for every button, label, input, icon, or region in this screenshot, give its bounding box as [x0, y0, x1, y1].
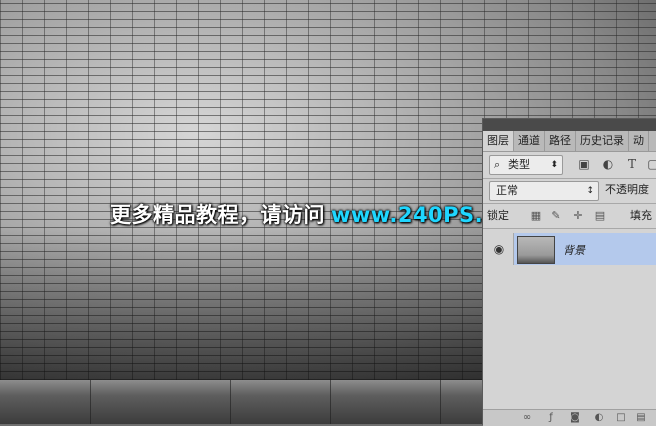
eye-icon[interactable]: ◉ — [491, 241, 507, 257]
new-group-icon[interactable]: □ — [615, 412, 627, 424]
lock-brush-icon[interactable]: ✎ — [549, 209, 563, 223]
shape-filter-icon[interactable]: ▢ — [646, 157, 656, 171]
layer-row[interactable]: ◉ 背景 — [483, 233, 656, 265]
lock-all-icon[interactable]: ▤ — [593, 209, 607, 223]
new-layer-icon[interactable]: ▤ — [635, 412, 647, 424]
divider — [483, 228, 656, 229]
panel-tabs: 图层 通道 路径 历史记录 动 — [483, 131, 656, 152]
layer-thumbnail — [517, 236, 555, 264]
blend-mode-value: 正常 — [496, 184, 518, 197]
tab-paths[interactable]: 路径 — [545, 131, 576, 151]
tab-history[interactable]: 历史记录 — [576, 131, 629, 151]
image-filter-icon[interactable]: ▣ — [577, 157, 591, 171]
layers-panel: 图层 通道 路径 历史记录 动 ⌕ 类型 ⬍ ▣ ◐ T ▢ 正常 ↕ 不透明度… — [482, 118, 656, 426]
floor-seam — [330, 380, 331, 424]
tab-layers[interactable]: 图层 — [483, 131, 514, 151]
lock-row: 锁定 ▦ ✎ ✛ ▤ 填充 — [483, 204, 656, 228]
blend-mode-select[interactable]: 正常 ↕ — [489, 181, 599, 201]
search-icon: ⌕ — [494, 158, 501, 171]
floor-seam — [90, 380, 91, 424]
panel-title-bar[interactable] — [483, 119, 656, 131]
watermark-text: 更多精品教程，请访问 — [110, 203, 325, 227]
filter-kind-label: 类型 — [508, 158, 530, 171]
tab-channels[interactable]: 通道 — [514, 131, 545, 151]
fx-icon[interactable]: ƒ — [545, 412, 557, 424]
lock-label: 锁定 — [487, 209, 509, 222]
layer-name[interactable]: 背景 — [563, 242, 585, 258]
lock-move-icon[interactable]: ✛ — [571, 209, 585, 223]
fill-label: 填充 — [630, 209, 652, 222]
adjustment-filter-icon[interactable]: ◐ — [601, 157, 615, 171]
adjustment-layer-icon[interactable]: ◐ — [593, 412, 605, 424]
link-layers-icon[interactable]: ∞ — [521, 412, 533, 424]
lock-transparent-icon[interactable]: ▦ — [529, 209, 543, 223]
mask-icon[interactable]: ◙ — [569, 412, 581, 424]
blend-row: 正常 ↕ 不透明度 — [483, 179, 656, 203]
filter-kind-select[interactable]: ⌕ 类型 ⬍ — [489, 155, 563, 175]
floor-seam — [230, 380, 231, 424]
chevron-updown-icon: ↕ — [586, 186, 594, 196]
type-filter-icon[interactable]: T — [625, 157, 639, 171]
tab-actions[interactable]: 动 — [629, 131, 649, 151]
floor-seam — [440, 380, 441, 424]
layer-filter-row: ⌕ 类型 ⬍ ▣ ◐ T ▢ — [483, 152, 656, 178]
opacity-label: 不透明度 — [605, 183, 649, 196]
chevron-down-icon: ⬍ — [550, 160, 558, 170]
panel-footer: ∞ ƒ ◙ ◐ □ ▤ — [483, 409, 656, 426]
watermark: 更多精品教程，请访问 www.240PS.com — [110, 199, 533, 229]
